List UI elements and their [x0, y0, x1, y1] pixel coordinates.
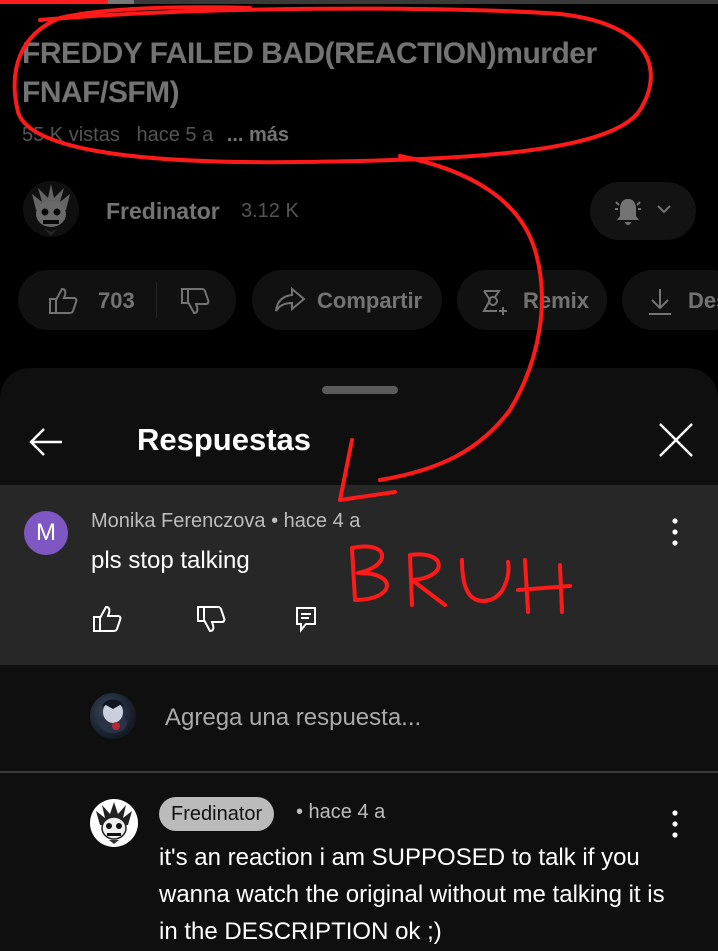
like-dislike-group: 703: [18, 270, 236, 330]
video-title: FREDDY FAILED BAD(REACTION)murder FNAF/S…: [22, 37, 597, 109]
comment-author[interactable]: Monika Ferenczova • hace 4 a: [91, 510, 360, 533]
download-label: Des: [688, 288, 718, 313]
upload-age: hace 5 a: [136, 124, 214, 146]
close-icon[interactable]: [654, 418, 698, 462]
comment-text: pls stop talking: [91, 547, 250, 574]
sheet-title: Respuestas: [137, 422, 312, 457]
reply-time: • hace 4 a: [296, 801, 386, 823]
like-icon[interactable]: [48, 287, 78, 315]
add-reply-row[interactable]: Agrega una respuesta...: [0, 665, 718, 773]
share-button[interactable]: Compartir: [252, 270, 442, 330]
avatar: [90, 693, 136, 739]
share-label: Compartir: [317, 288, 423, 313]
more-options-icon[interactable]: [664, 807, 686, 841]
reply-text: it's an reaction i am SUPPOSED to talk i…: [159, 844, 665, 945]
reply-icon[interactable]: [294, 605, 318, 633]
reply-author-badge[interactable]: Fredinator: [159, 797, 275, 831]
remix-icon: [482, 290, 507, 315]
video-details: FREDDY FAILED BAD(REACTION)murder FNAF/S…: [0, 0, 718, 400]
reply-input[interactable]: Agrega una respuesta...: [165, 704, 421, 732]
remix-button[interactable]: Remix: [457, 270, 607, 330]
download-button[interactable]: Des: [622, 270, 718, 330]
download-icon: [649, 289, 671, 315]
avatar[interactable]: M: [24, 511, 68, 555]
reply-comment: Fredinator • hace 4 a it's an reaction i…: [0, 773, 718, 951]
parent-comment: M Monika Ferenczova • hace 4 a pls stop …: [0, 485, 718, 665]
avatar[interactable]: [90, 799, 138, 847]
view-count: 55 K vistas: [22, 124, 120, 146]
replies-sheet: Respuestas M Monika Ferenczova • hace 4 …: [0, 368, 718, 951]
remix-label: Remix: [523, 288, 590, 313]
back-arrow-icon[interactable]: [26, 420, 70, 464]
notification-bell-button[interactable]: [590, 182, 696, 240]
like-divider: [156, 282, 157, 318]
chevron-down-icon: [657, 205, 671, 214]
like-count: 703: [98, 288, 135, 313]
more-link[interactable]: ... más: [227, 124, 289, 146]
dislike-icon[interactable]: [180, 287, 210, 315]
bell-icon: [615, 199, 671, 225]
channel-avatar[interactable]: [22, 180, 80, 238]
sheet-drag-handle[interactable]: [322, 386, 398, 394]
comment-dislike-icon[interactable]: [196, 605, 226, 633]
share-icon: [275, 287, 306, 312]
more-options-icon[interactable]: [664, 515, 686, 549]
subscriber-count: 3.12 K: [241, 200, 299, 222]
comment-like-icon[interactable]: [92, 605, 122, 633]
video-meta[interactable]: 55 K vistas hace 5 a ... más: [22, 124, 289, 147]
channel-name[interactable]: Fredinator: [106, 198, 220, 225]
